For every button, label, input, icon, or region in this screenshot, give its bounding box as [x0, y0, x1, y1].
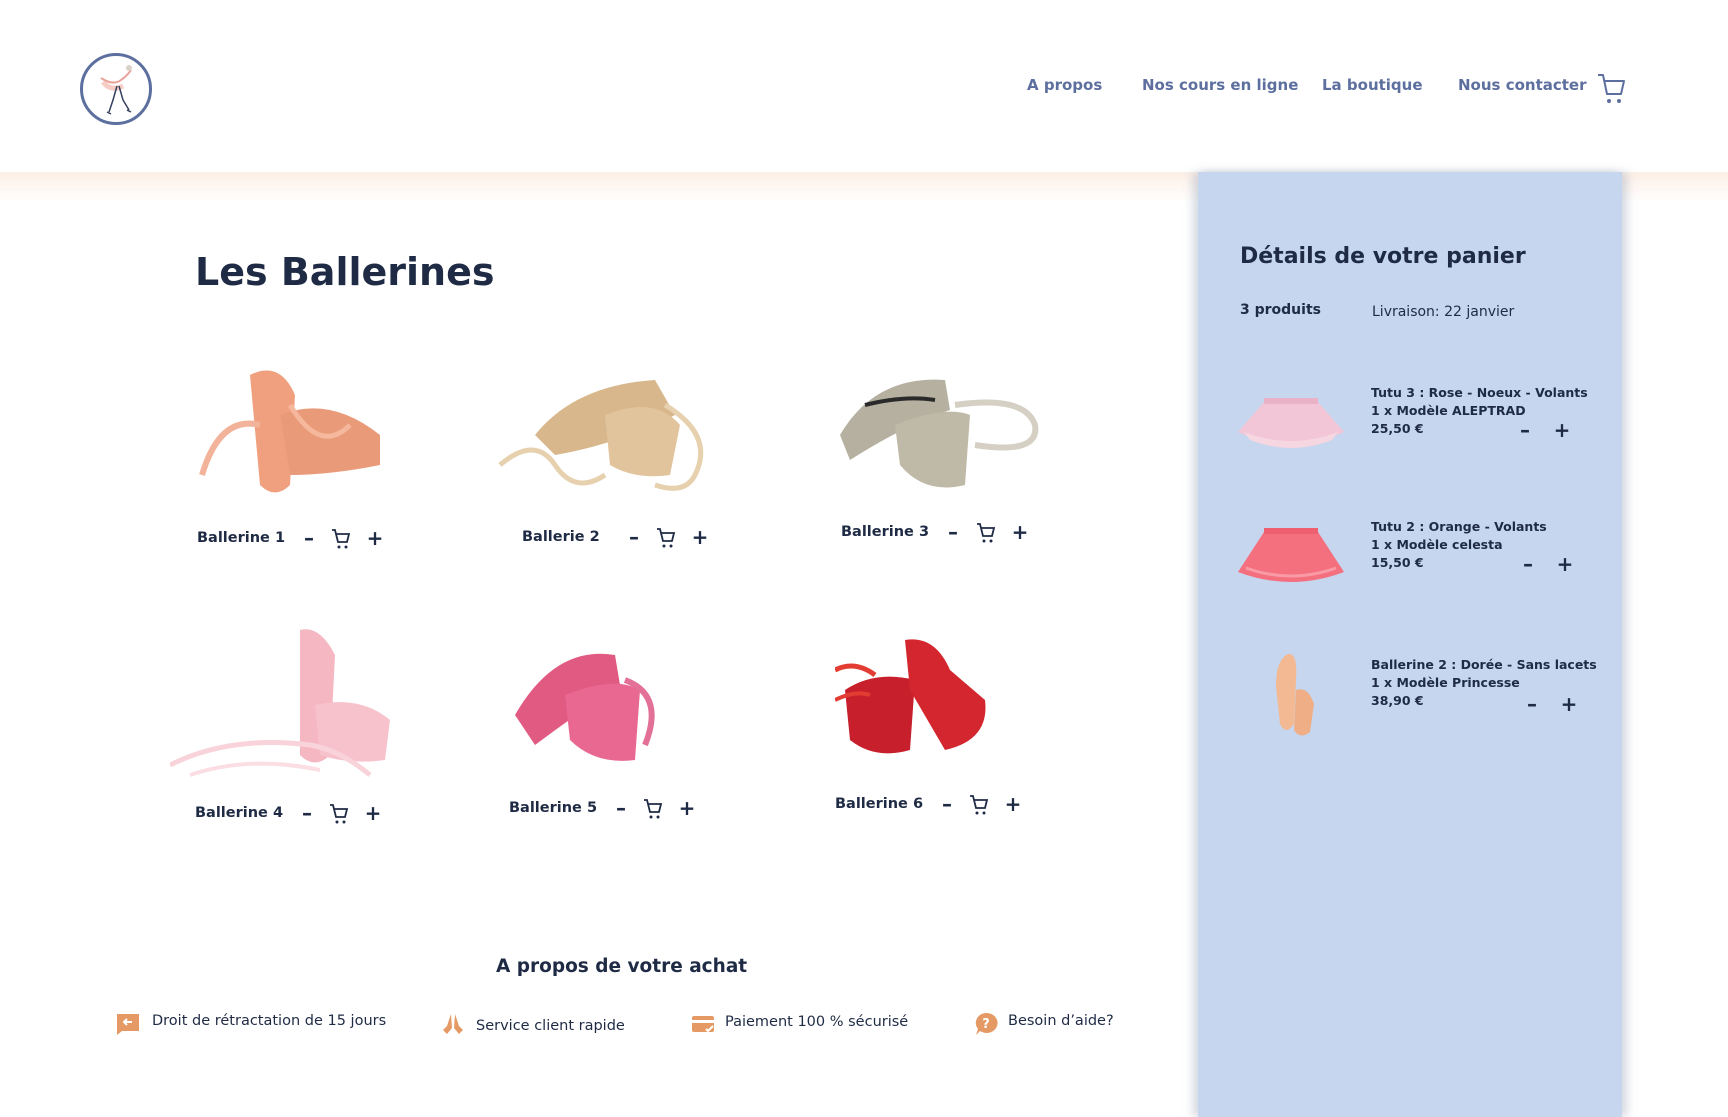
increase-button[interactable]: +	[1555, 554, 1575, 574]
decrease-button[interactable]: –	[1518, 554, 1538, 574]
cart-item: Ballerine 2 : Dorée - Sans lacets 1 x Mo…	[1198, 650, 1622, 760]
page-title: Les Ballerines	[195, 250, 495, 294]
increase-button[interactable]: +	[365, 528, 385, 548]
ballerina-logo[interactable]	[80, 53, 152, 125]
increase-button[interactable]: +	[1003, 794, 1023, 814]
add-to-cart-icon[interactable]	[656, 527, 676, 549]
decrease-button[interactable]: –	[1515, 420, 1535, 440]
nav-a-propos[interactable]: A propos	[1027, 76, 1102, 94]
site-header: A propos Nos cours en ligne La boutique …	[0, 0, 1728, 172]
about-title: A propos de votre achat	[496, 956, 748, 977]
card-icon	[691, 1012, 715, 1036]
product-card: Ballerine 4 – +	[168, 625, 470, 825]
add-to-cart-icon[interactable]	[976, 522, 996, 544]
cart-item-image	[1236, 518, 1346, 608]
product-card: Ballerie 2 – +	[495, 355, 795, 555]
decrease-button[interactable]: –	[943, 522, 963, 542]
product-name: Ballerie 2	[522, 529, 600, 545]
cart-item-title: Tutu 2 : Orange - Volants	[1371, 519, 1547, 534]
product-image[interactable]	[495, 355, 795, 505]
decrease-button[interactable]: –	[624, 527, 644, 547]
product-name: Ballerine 5	[509, 800, 598, 816]
cart-icon[interactable]	[1596, 72, 1626, 106]
cart-title: Détails de votre panier	[1240, 244, 1526, 269]
help-icon[interactable]: ?	[974, 1012, 998, 1036]
decrease-button[interactable]: –	[611, 798, 631, 818]
hands-icon	[441, 1012, 465, 1036]
product-image[interactable]	[495, 635, 795, 785]
cart-item: Tutu 3 : Rose - Noeux - Volants 1 x Modè…	[1198, 384, 1622, 494]
cart-item-model: 1 x Modèle celesta	[1371, 537, 1503, 552]
add-to-cart-icon[interactable]	[643, 798, 663, 820]
product-image[interactable]	[168, 625, 470, 785]
product-card: Ballerine 5 – +	[495, 635, 795, 835]
product-name: Ballerine 1	[197, 530, 286, 546]
svg-text:?: ?	[982, 1017, 990, 1032]
return-icon	[116, 1012, 140, 1036]
decrease-button[interactable]: –	[1522, 694, 1542, 714]
product-name: Ballerine 3	[841, 524, 930, 540]
product-image[interactable]	[180, 355, 480, 505]
increase-button[interactable]: +	[1552, 420, 1572, 440]
add-to-cart-icon[interactable]	[969, 794, 989, 816]
product-card: Ballerine 3 – +	[835, 355, 1135, 555]
add-to-cart-icon[interactable]	[331, 528, 351, 550]
cart-count: 3 produits	[1240, 302, 1321, 318]
product-image[interactable]	[833, 630, 1135, 780]
decrease-button[interactable]: –	[297, 803, 317, 823]
decrease-button[interactable]: –	[299, 528, 319, 548]
product-card: Ballerine 1 – +	[180, 355, 480, 555]
increase-button[interactable]: +	[690, 527, 710, 547]
increase-button[interactable]: +	[1559, 694, 1579, 714]
cart-item-title: Tutu 3 : Rose - Noeux - Volants	[1371, 385, 1588, 400]
feature-label: Droit de rétractation de 15 jours	[152, 1013, 387, 1029]
decrease-button[interactable]: –	[937, 794, 957, 814]
cart-item-model: 1 x Modèle Princesse	[1371, 675, 1520, 690]
add-to-cart-icon[interactable]	[329, 803, 349, 825]
product-name: Ballerine 4	[195, 805, 284, 821]
feature-label: Service client rapide	[476, 1018, 625, 1034]
increase-button[interactable]: +	[363, 803, 383, 823]
nav-cours-en-ligne[interactable]: Nos cours en ligne	[1142, 76, 1298, 94]
increase-button[interactable]: +	[677, 798, 697, 818]
increase-button[interactable]: +	[1010, 522, 1030, 542]
feature-label: Paiement 100 % sécurisé	[725, 1014, 909, 1030]
cart-panel: Détails de votre panier 3 produits Livra…	[1198, 172, 1622, 1117]
cart-item-image	[1236, 650, 1346, 740]
product-card: Ballerine 6 – +	[833, 630, 1135, 830]
feature-label: Besoin d’aide?	[1008, 1013, 1114, 1029]
cart-item-image	[1236, 384, 1346, 474]
nav-boutique[interactable]: La boutique	[1322, 76, 1423, 94]
cart-item-title: Ballerine 2 : Dorée - Sans lacets	[1371, 657, 1597, 672]
delivery-date: Livraison: 22 janvier	[1372, 304, 1515, 320]
nav-contact[interactable]: Nous contacter	[1458, 76, 1587, 94]
product-name: Ballerine 6	[835, 796, 924, 812]
cart-item: Tutu 2 : Orange - Volants 1 x Modèle cel…	[1198, 518, 1622, 628]
product-image[interactable]	[835, 355, 1135, 505]
